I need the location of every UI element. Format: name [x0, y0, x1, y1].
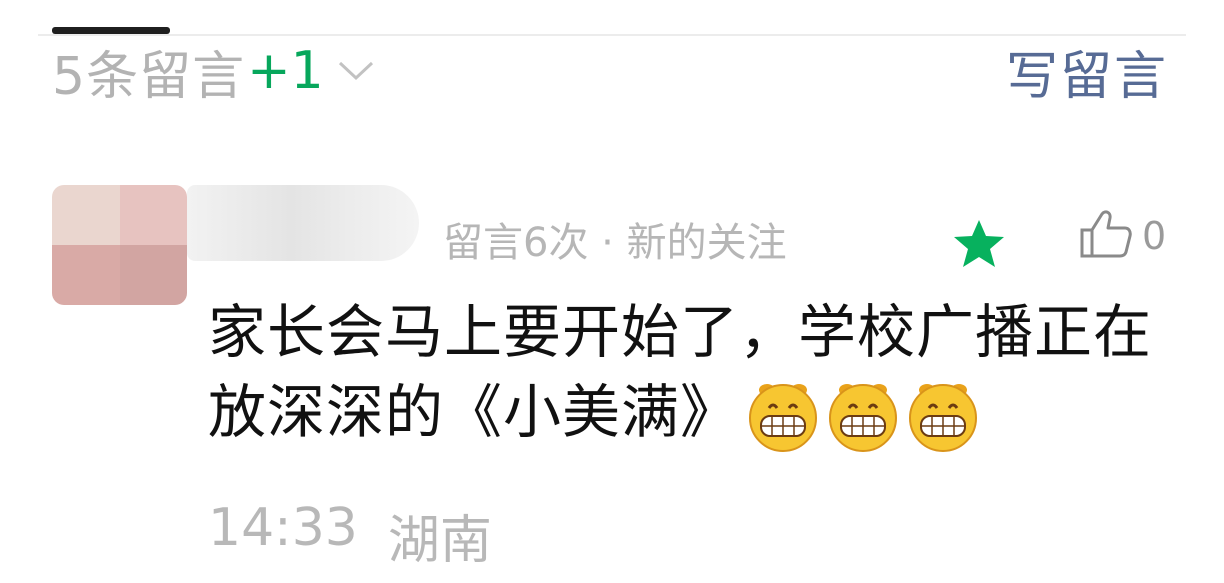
write-comment-button[interactable]: 写留言: [1006, 38, 1168, 107]
like-button[interactable]: 0: [1078, 208, 1166, 264]
comment-count-delta: +1: [247, 41, 324, 101]
comments-section: 5条留言 +1 写留言 留言6次 · 新的关注 0 家长会马上要开始了，学校广播…: [0, 0, 1224, 583]
comment-meta: 留言6次 · 新的关注: [443, 220, 787, 266]
emoji-row: [745, 378, 981, 454]
comments-header[interactable]: 5条留言 +1: [52, 38, 376, 107]
chevron-down-icon[interactable]: [336, 58, 376, 84]
grinning-face-emoji-icon: [829, 383, 898, 452]
comment-count: 5条留言: [52, 46, 246, 107]
comment-text: 家长会马上要开始了，学校广播正在放深深的《小美满》: [208, 298, 1153, 446]
comment-time: 14:33: [208, 498, 358, 558]
avatar[interactable]: [52, 185, 187, 305]
comment-footer: 14:33 湖南: [208, 498, 492, 573]
thumbs-up-icon: [1078, 208, 1134, 264]
nickname-blurred: [187, 185, 419, 261]
like-count: 0: [1142, 214, 1167, 258]
grinning-face-emoji-icon: [749, 383, 818, 452]
comment-body: 家长会马上要开始了，学校广播正在放深深的《小美满》: [208, 292, 1198, 454]
star-icon: [951, 218, 1007, 274]
comment-location: 湖南: [387, 511, 492, 571]
grinning-face-emoji-icon: [909, 383, 978, 452]
